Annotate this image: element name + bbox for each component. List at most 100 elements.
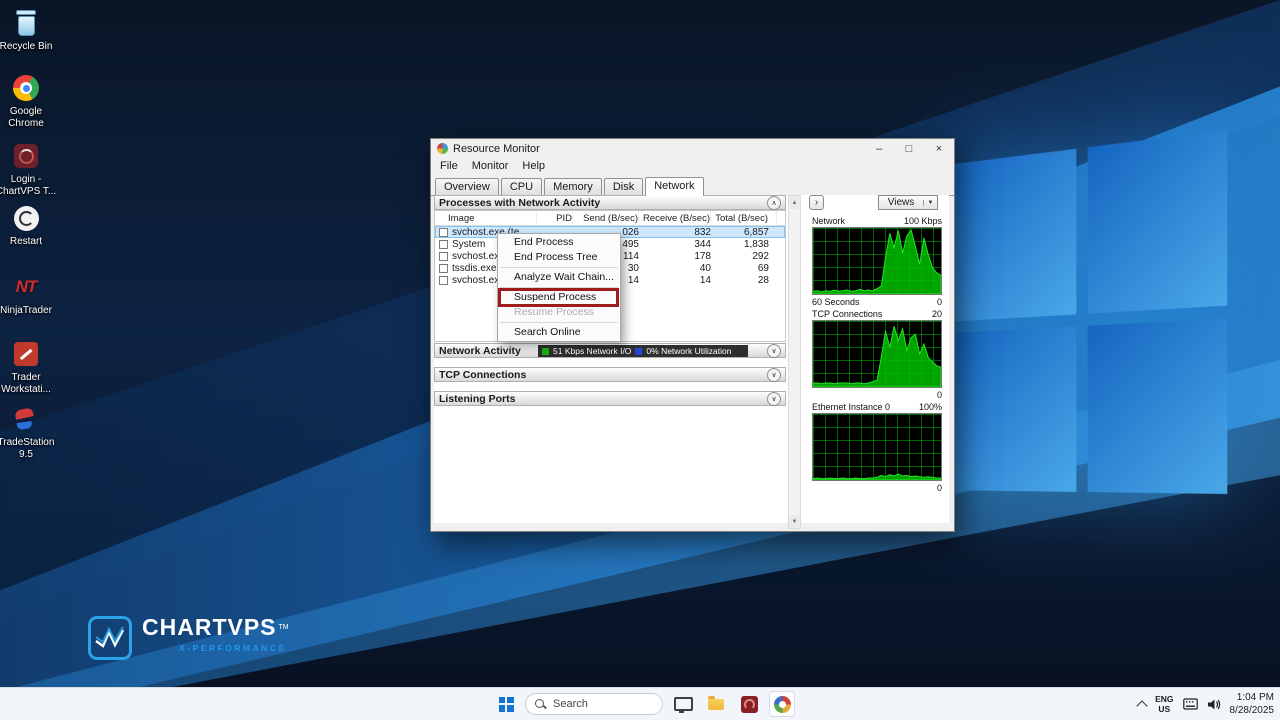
taskbar-app-file-explorer[interactable] — [703, 691, 729, 717]
row-checkbox[interactable] — [439, 228, 448, 237]
tab-disk[interactable]: Disk — [604, 178, 643, 195]
section-header-processes[interactable]: Processes with Network Activity ∧ — [434, 195, 786, 210]
desktop-icon-label: Restart — [10, 236, 42, 248]
tab-memory[interactable]: Memory — [544, 178, 602, 195]
graph-network — [812, 227, 942, 295]
menu-bar: FileMonitorHelp — [433, 158, 552, 173]
column-header[interactable]: PID — [537, 211, 573, 225]
taskbar-app-chartvps[interactable] — [736, 691, 762, 717]
graph-title-row: Ethernet Instance 0100% — [812, 401, 942, 413]
graph-footer-row: 0 — [812, 389, 942, 401]
resource-monitor-icon — [774, 696, 791, 713]
hidden-icons-chevron-icon[interactable] — [1136, 700, 1147, 711]
panel-collapse-chevron-icon[interactable]: › — [809, 195, 824, 210]
receive-cell: 344 — [639, 239, 711, 250]
column-header[interactable]: Send (B/sec) — [573, 211, 639, 225]
taskbar-app-monitor[interactable] — [670, 691, 696, 717]
row-checkbox[interactable] — [439, 252, 448, 261]
brand-tm: TM — [279, 624, 289, 631]
graph-title-row: Network 100 Kbps — [812, 215, 942, 227]
row-checkbox[interactable] — [439, 276, 448, 285]
tab-overview[interactable]: Overview — [435, 178, 499, 195]
context-menu-item-end-process-tree[interactable]: End Process Tree — [498, 250, 620, 265]
section-header-listening-ports[interactable]: Listening Ports ∨ — [434, 391, 786, 406]
minimize-button[interactable]: – — [864, 139, 894, 158]
desktop-icon-label: NinjaTrader — [0, 305, 52, 317]
graphs-panel: › Views ▼ Network 100 Kbps 60 Seconds0TCP … — [807, 195, 949, 529]
graph-title: TCP Connections — [812, 309, 882, 319]
context-menu-item-suspend-process[interactable]: Suspend Process — [498, 290, 620, 305]
tray-time: 1:04 PM — [1230, 691, 1275, 704]
section-header-network-activity[interactable]: Network Activity 51 Kbps Network I/O 0% … — [434, 343, 786, 358]
context-menu-item-analyze-wait-chain[interactable]: Analyze Wait Chain... — [498, 270, 620, 285]
tab-cpu[interactable]: CPU — [501, 178, 542, 195]
total-cell: 6,857 — [711, 227, 777, 238]
context-menu-item-search-online[interactable]: Search Online — [498, 325, 620, 340]
row-checkbox[interactable] — [439, 240, 448, 249]
row-checkbox[interactable] — [439, 264, 448, 273]
desktop-icon-recycle-bin[interactable]: Recycle Bin — [0, 8, 58, 53]
desktop-icon-login-chartvps[interactable]: Login - ChartVPS T... — [0, 141, 58, 197]
table-header-row[interactable]: ImagePIDSend (B/sec)Receive (B/sec)Total… — [435, 211, 785, 226]
search-input[interactable]: Search — [525, 693, 663, 715]
receive-cell: 832 — [639, 227, 711, 238]
menu-help[interactable]: Help — [515, 160, 552, 172]
tab-network[interactable]: Network — [645, 177, 703, 196]
search-icon — [535, 699, 546, 710]
close-button[interactable]: × — [924, 139, 954, 158]
expand-chevron-down-icon[interactable]: ∨ — [767, 344, 781, 358]
menu-monitor[interactable]: Monitor — [465, 160, 516, 172]
taskbar-app-resource-monitor[interactable] — [769, 691, 795, 717]
collapse-chevron-up-icon[interactable]: ∧ — [767, 196, 781, 210]
taskbar-clock[interactable]: 1:04 PM 8/28/2025 — [1230, 691, 1275, 717]
column-header[interactable]: Total (B/sec) — [711, 211, 777, 225]
taskbar: Search ENG US — [0, 687, 1280, 720]
tab-bar: OverviewCPUMemoryDiskNetwork — [431, 173, 954, 196]
column-header[interactable]: Receive (B/sec) — [639, 211, 711, 225]
desktop-icon-restart[interactable]: Restart — [0, 203, 58, 248]
graph-max-label: 100 Kbps — [904, 216, 942, 226]
window-title: Resource Monitor — [453, 143, 540, 155]
desktop-icon-trader-workstation[interactable]: Trader Workstati... — [0, 339, 58, 395]
start-button[interactable] — [494, 692, 518, 716]
graph-max-label: 20 — [932, 309, 942, 319]
section-header-tcp-connections[interactable]: TCP Connections ∨ — [434, 367, 786, 382]
graph-title: Ethernet Instance 0 — [812, 402, 890, 412]
graph-ethernet-instance-0 — [812, 413, 942, 481]
total-cell: 1,838 — [711, 239, 777, 250]
title-bar[interactable]: Resource Monitor – □ × — [431, 139, 954, 158]
graph-footer-row: 60 Seconds0 — [812, 296, 942, 308]
menu-file[interactable]: File — [433, 160, 465, 172]
vertical-scrollbar[interactable]: ▲ ▼ — [788, 195, 801, 529]
tradestation-icon — [11, 404, 41, 434]
desktop: Recycle Bin Google Chrome Login - ChartVPS… — [0, 0, 1280, 720]
network-io-legend-icon — [542, 348, 549, 355]
maximize-button[interactable]: □ — [894, 139, 924, 158]
context-menu-item-end-process[interactable]: End Process — [498, 235, 620, 250]
tcp-connections-title: TCP Connections — [439, 369, 526, 381]
system-tray: ENG US 1:04 PM 8/28/2025 — [1138, 688, 1274, 720]
network-activity-title: Network Activity — [439, 345, 521, 357]
views-dropdown[interactable]: Views ▼ — [878, 195, 938, 210]
language-line1: ENG — [1155, 694, 1173, 704]
touch-keyboard-icon[interactable] — [1183, 698, 1198, 710]
chartvps-branding: CHARTVPSTM X-PERFORMANCE — [88, 616, 289, 660]
desktop-icon-tradestation[interactable]: TradeStation 9.5 — [0, 404, 58, 460]
folder-icon — [708, 699, 724, 710]
total-cell: 69 — [711, 263, 777, 274]
desktop-icon-ninjatrader[interactable]: NTNinjaTrader — [0, 272, 58, 317]
volume-icon[interactable] — [1207, 698, 1221, 711]
desktop-icon-label: Login - ChartVPS T... — [0, 174, 58, 197]
language-indicator[interactable]: ENG US — [1155, 694, 1173, 714]
scroll-up-arrow-icon[interactable]: ▲ — [789, 196, 800, 209]
scroll-down-arrow-icon[interactable]: ▼ — [789, 515, 800, 528]
process-name: tssdis.exe — [452, 263, 496, 274]
expand-chevron-down-icon[interactable]: ∨ — [767, 368, 781, 382]
receive-cell: 14 — [639, 275, 711, 286]
column-header[interactable]: Image — [435, 211, 537, 225]
graph-title-row: TCP Connections 20 — [812, 308, 942, 320]
expand-chevron-down-icon[interactable]: ∨ — [767, 392, 781, 406]
desktop-icon-google-chrome[interactable]: Google Chrome — [0, 73, 58, 129]
receive-cell: 178 — [639, 251, 711, 262]
graph-title: Network — [812, 216, 845, 226]
